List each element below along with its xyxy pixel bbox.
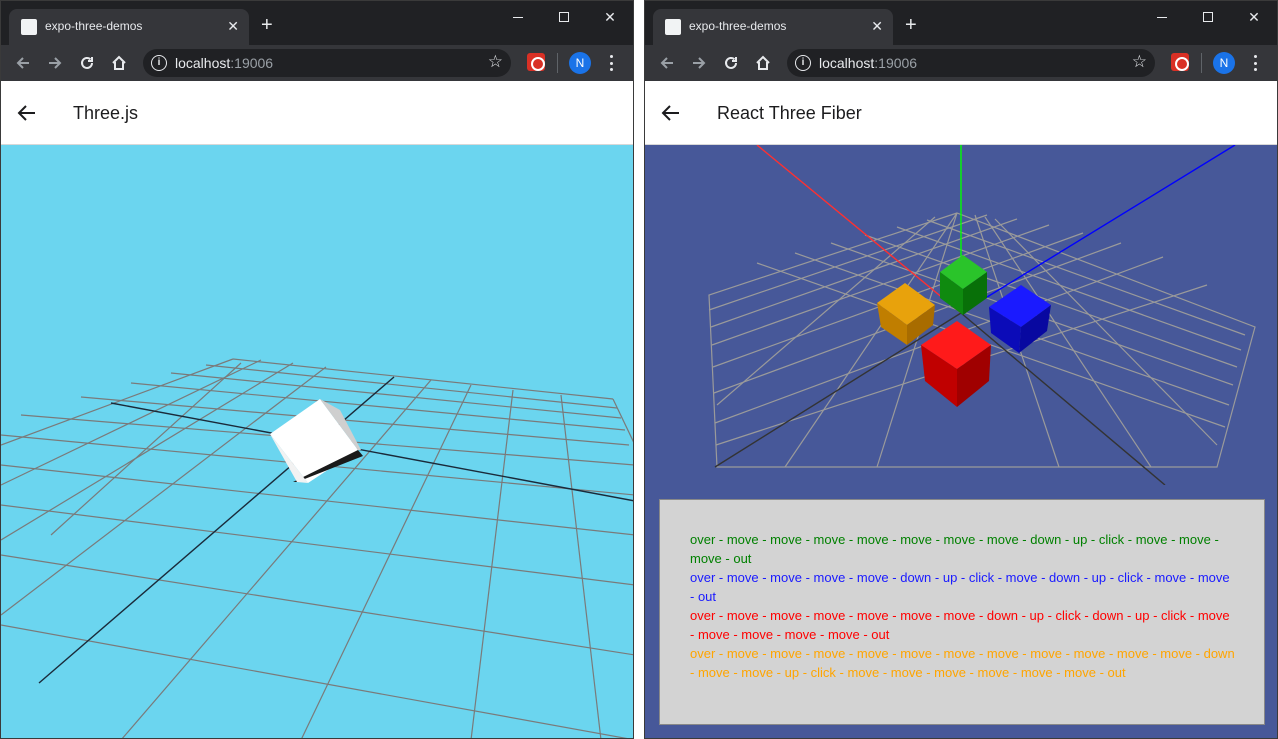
maximize-icon: [1203, 12, 1213, 22]
event-line-red: over - move - move - move - move - move …: [690, 608, 1230, 642]
minimize-icon: [513, 16, 523, 18]
maximize-icon: [559, 12, 569, 22]
threejs-scene: [1, 358, 633, 738]
close-tab-icon[interactable]: ✕: [227, 17, 239, 35]
url-port: :19006: [230, 55, 274, 71]
browser-tab[interactable]: expo-three-demos ✕: [9, 9, 249, 45]
forward-nav-button[interactable]: [687, 51, 711, 75]
menu-kebab-icon[interactable]: [1247, 53, 1263, 73]
close-tab-icon[interactable]: ✕: [871, 17, 883, 35]
home-icon: [756, 55, 770, 70]
info-icon[interactable]: i: [795, 55, 811, 71]
title-bar: expo-three-demos ✕ + ✕: [1, 1, 633, 45]
reload-button[interactable]: [719, 51, 743, 75]
window-controls: ✕: [1139, 1, 1277, 33]
page-title: React Three Fiber: [717, 103, 862, 123]
app-header: React Three Fiber: [645, 81, 1277, 145]
arrow-left-icon: [16, 57, 29, 69]
event-log-panel: over - move - move - move - move - move …: [659, 499, 1265, 725]
reload-button[interactable]: [75, 51, 99, 75]
back-arrow-icon[interactable]: [659, 101, 683, 125]
minimize-button[interactable]: [495, 1, 541, 33]
window-controls: ✕: [495, 1, 633, 33]
page-icon: [21, 19, 37, 35]
address-bar[interactable]: i localhost:19006 ☆: [143, 49, 511, 77]
url-host: localhost: [819, 55, 875, 71]
reload-icon: [725, 56, 737, 69]
extension-icon[interactable]: [527, 53, 545, 71]
home-icon: [112, 55, 126, 70]
orange-cube[interactable]: [877, 283, 935, 345]
new-tab-button[interactable]: +: [261, 15, 273, 35]
title-bar: expo-three-demos ✕ + ✕: [645, 1, 1277, 45]
threejs-canvas[interactable]: [1, 145, 633, 738]
maximize-button[interactable]: [1185, 1, 1231, 33]
toolbar-divider: [557, 53, 558, 73]
blue-cube[interactable]: [989, 285, 1051, 353]
toolbar-divider: [1201, 53, 1202, 73]
close-window-button[interactable]: ✕: [1231, 1, 1277, 33]
arrow-right-icon: [693, 57, 706, 69]
address-bar[interactable]: i localhost:19006 ☆: [787, 49, 1155, 77]
back-nav-button[interactable]: [11, 51, 35, 75]
profile-avatar[interactable]: N: [569, 52, 591, 74]
red-cube[interactable]: [921, 321, 991, 407]
bookmark-star-icon[interactable]: ☆: [1132, 52, 1147, 72]
url-host: localhost: [175, 55, 231, 71]
app-header: Three.js: [1, 81, 633, 145]
page-title: Three.js: [73, 103, 139, 123]
url-text: localhost:19006: [819, 55, 917, 71]
event-line-blue: over - move - move - move - move - down …: [690, 570, 1230, 604]
minimize-icon: [1157, 16, 1167, 18]
info-icon[interactable]: i: [151, 55, 167, 71]
r3f-scene: [708, 145, 1256, 485]
event-line-orange: over - move - move - move - move - move …: [690, 646, 1235, 680]
page-icon: [665, 19, 681, 35]
close-window-button[interactable]: ✕: [587, 1, 633, 33]
profile-avatar[interactable]: N: [1213, 52, 1235, 74]
url-text: localhost:19006: [175, 55, 273, 71]
menu-kebab-icon[interactable]: [603, 53, 619, 73]
white-cube[interactable]: [270, 399, 363, 483]
maximize-button[interactable]: [541, 1, 587, 33]
back-arrow-icon[interactable]: [15, 101, 39, 125]
bookmark-star-icon[interactable]: ☆: [488, 52, 503, 72]
browser-window-left: expo-three-demos ✕ + ✕ i localhost:19006…: [0, 0, 634, 739]
event-line-green: over - move - move - move - move - move …: [690, 532, 1219, 566]
forward-nav-button[interactable]: [43, 51, 67, 75]
arrow-left-icon: [660, 57, 673, 69]
browser-toolbar: i localhost:19006 ☆ N: [1, 45, 633, 81]
back-nav-button[interactable]: [655, 51, 679, 75]
browser-tab[interactable]: expo-three-demos ✕: [653, 9, 893, 45]
minimize-button[interactable]: [1139, 1, 1185, 33]
arrow-right-icon: [49, 57, 62, 69]
new-tab-button[interactable]: +: [905, 15, 917, 35]
axes-helper: [714, 145, 1236, 485]
home-button[interactable]: [751, 51, 775, 75]
reload-icon: [81, 56, 93, 69]
browser-toolbar: i localhost:19006 ☆ N: [645, 45, 1277, 81]
browser-window-right: expo-three-demos ✕ + ✕ i localhost:19006…: [644, 0, 1278, 739]
url-port: :19006: [874, 55, 918, 71]
tab-title: expo-three-demos: [689, 19, 787, 33]
home-button[interactable]: [107, 51, 131, 75]
tab-title: expo-three-demos: [45, 19, 143, 33]
r3f-canvas[interactable]: over - move - move - move - move - move …: [645, 145, 1277, 738]
extension-icon[interactable]: [1171, 53, 1189, 71]
